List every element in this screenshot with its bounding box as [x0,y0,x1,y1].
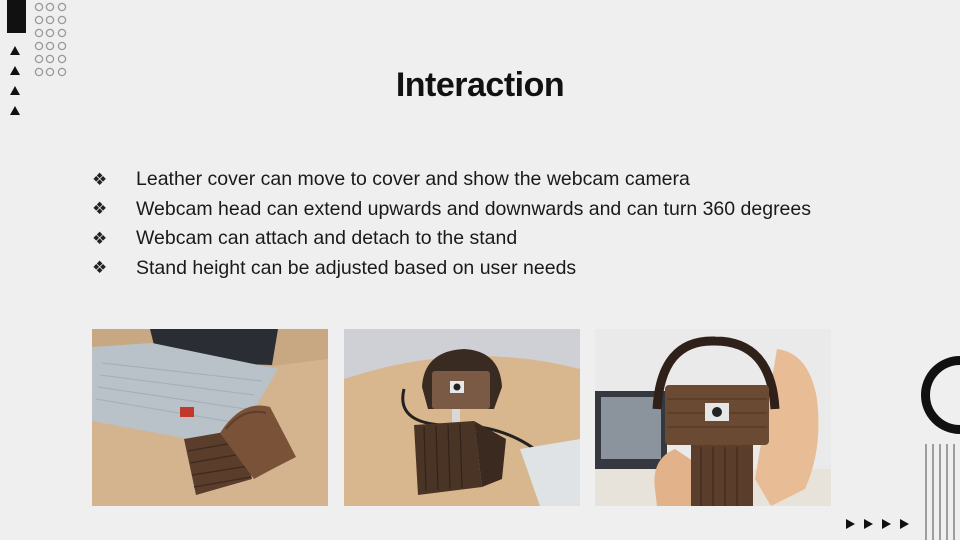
decorative-black-bar [7,0,26,33]
bullet-text: Webcam can attach and detach to the stan… [136,227,518,250]
diamond-bullet-icon: ❖ [92,258,108,278]
diamond-bullet-icon: ❖ [92,228,108,248]
list-item: ❖ Stand height can be adjusted based on … [92,254,811,284]
play-arrow-icon [846,519,855,529]
triangle-up-icon [10,46,20,55]
list-item: ❖ Webcam head can extend upwards and dow… [92,195,811,225]
decorative-ring [921,356,960,434]
play-arrow-icon [900,519,909,529]
play-arrow-icon [882,519,891,529]
photo-webcam-laptop [92,329,328,506]
decorative-play-arrows [846,519,909,529]
diamond-bullet-icon: ❖ [92,199,108,219]
bullet-text: Stand height can be adjusted based on us… [136,256,577,279]
diamond-bullet-icon: ❖ [92,169,108,189]
photo-webcam-stand [344,329,580,506]
bullet-list: ❖ Leather cover can move to cover and sh… [92,165,811,283]
bullet-text: Webcam head can extend upwards and downw… [136,197,811,220]
triangle-up-icon [10,106,20,115]
slide: Interaction ❖ Leather cover can move to … [0,0,960,540]
slide-title: Interaction [395,66,565,104]
play-arrow-icon [864,519,873,529]
photo-webcam-in-hand [595,329,831,506]
bullet-text: Leather cover can move to cover and show… [136,168,690,191]
decorative-vertical-lines [925,444,955,540]
list-item: ❖ Leather cover can move to cover and sh… [92,165,811,195]
list-item: ❖ Webcam can attach and detach to the st… [92,224,811,254]
